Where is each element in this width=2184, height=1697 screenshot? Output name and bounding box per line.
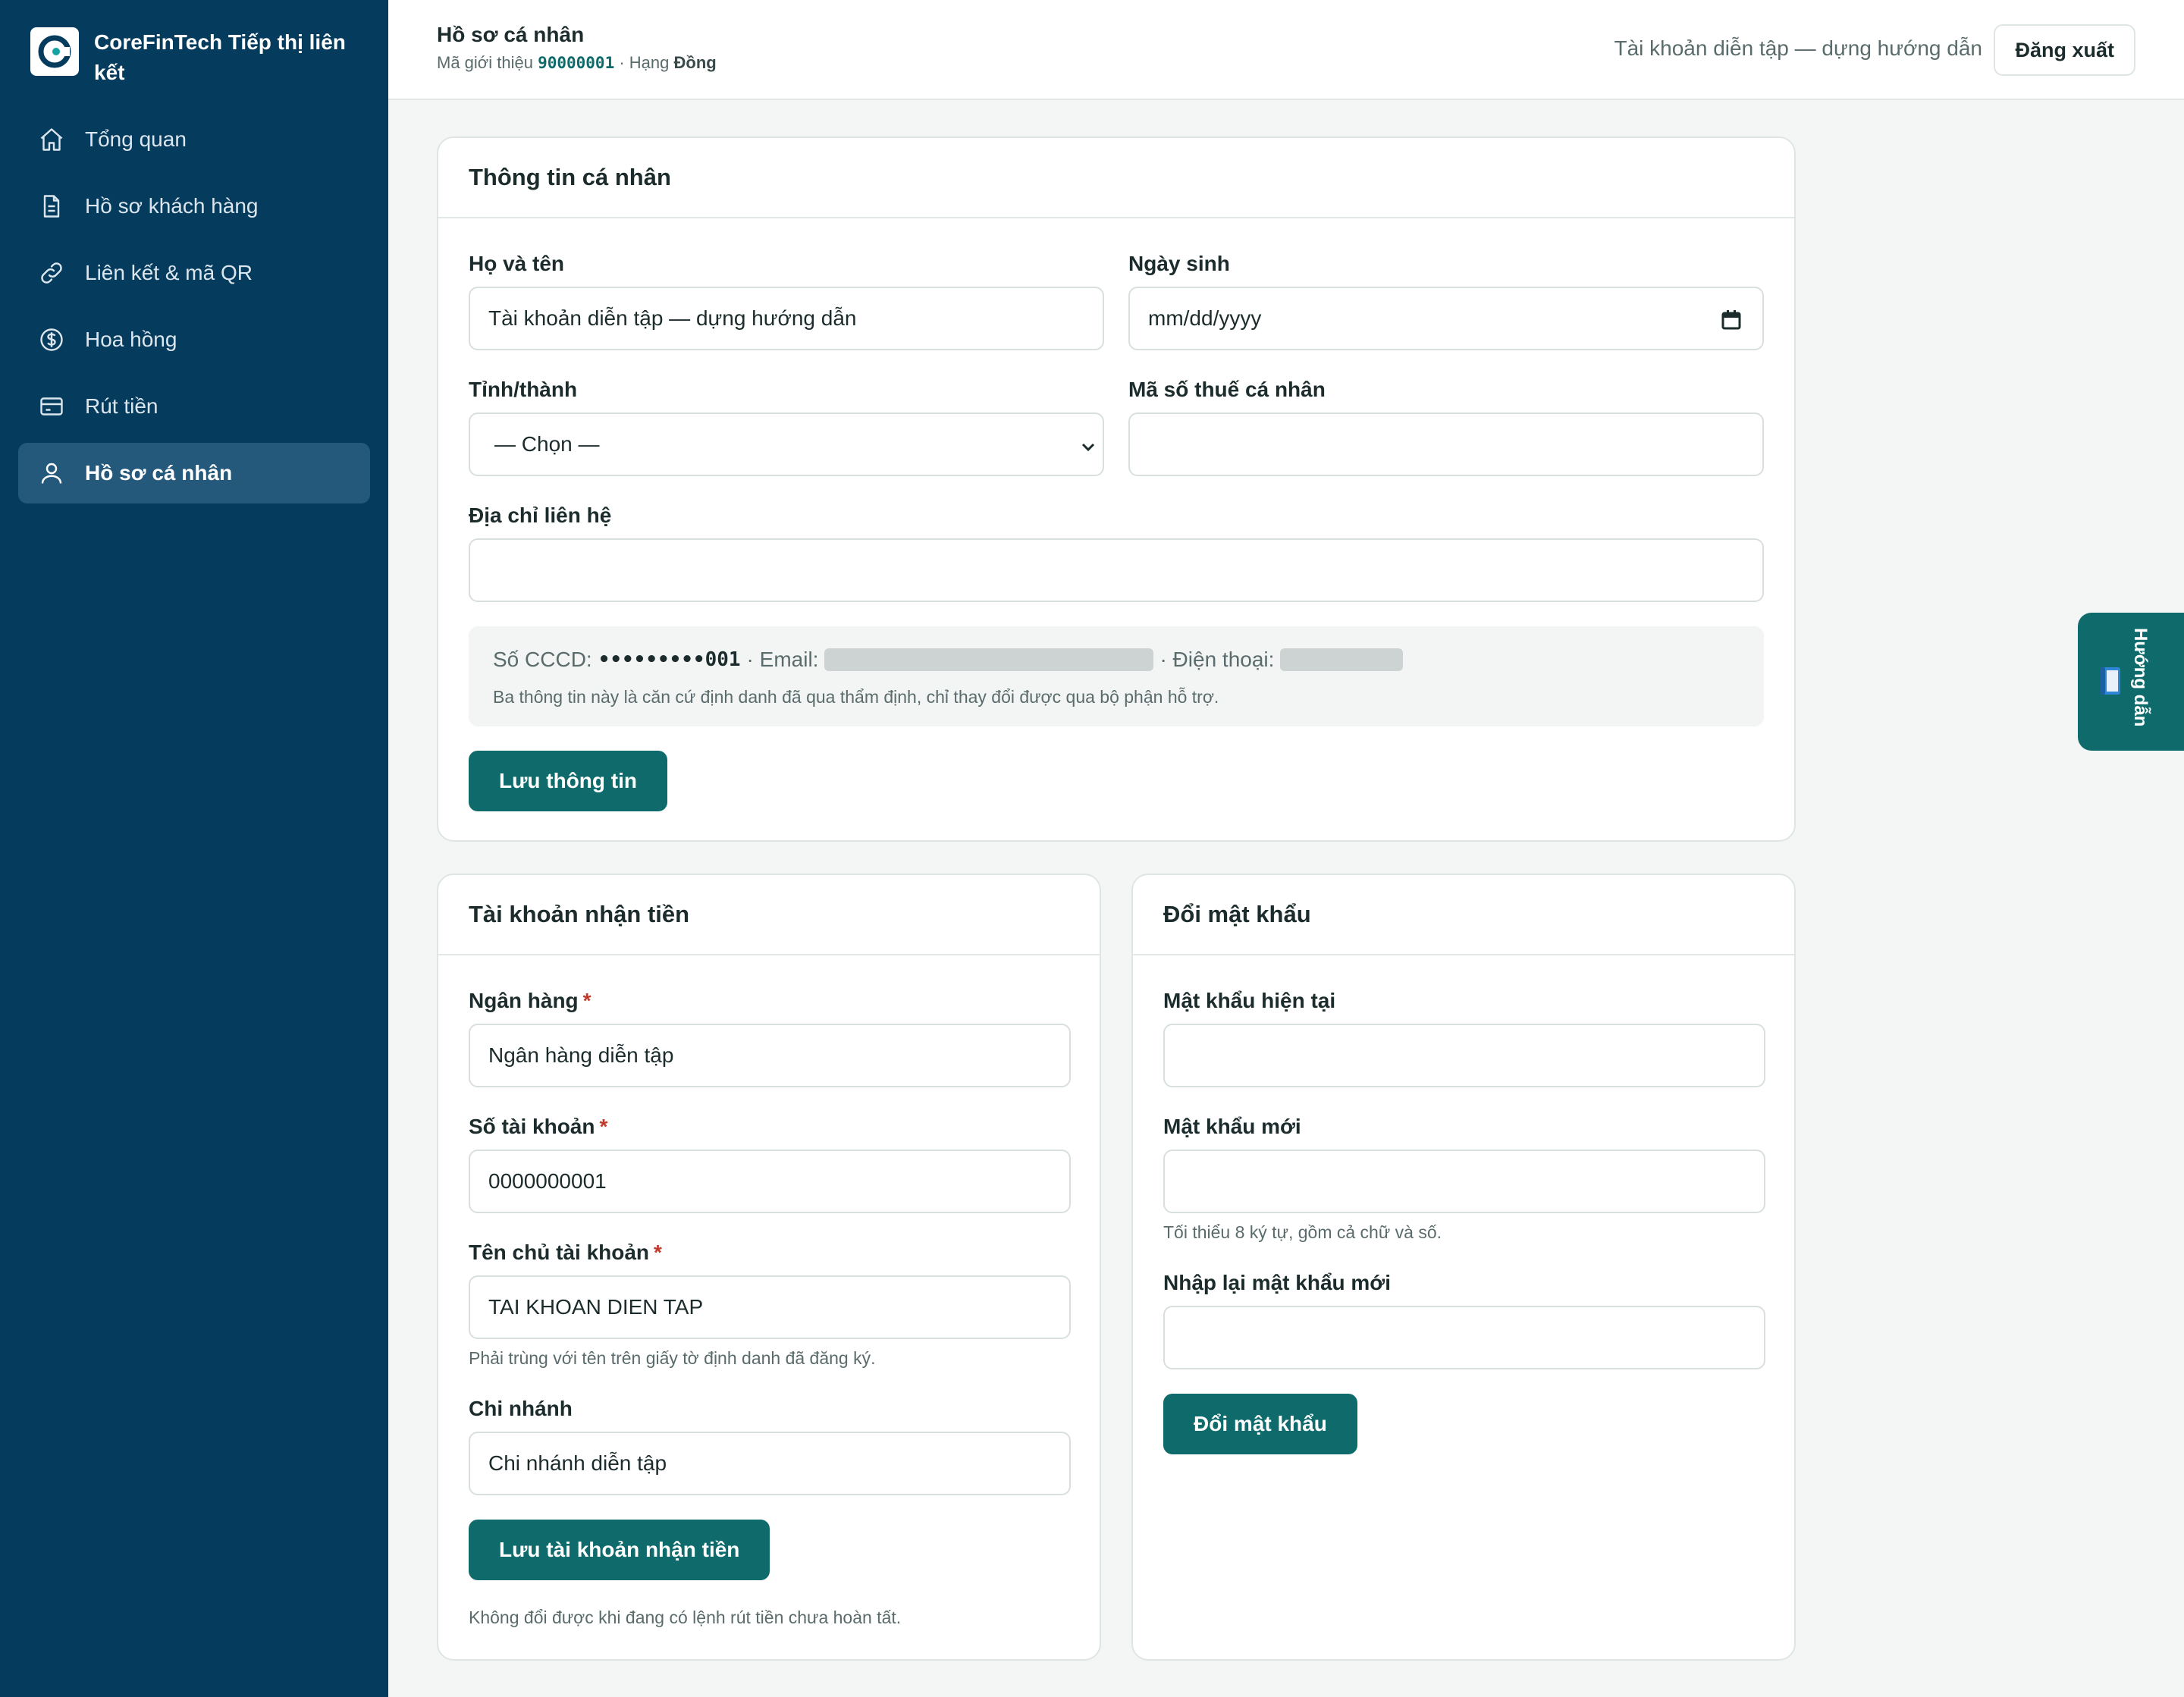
required-mark: * xyxy=(582,989,592,1012)
new-password-label: Mật khẩu mới xyxy=(1163,1115,1301,1138)
holder-label-text: Tên chủ tài khoản xyxy=(469,1241,650,1264)
account-holder-input[interactable]: TAI KHOAN DIEN TAP xyxy=(469,1275,1071,1339)
brand[interactable]: CoreFinTech Tiếp thị liên kết xyxy=(30,27,352,88)
account-holder-value: TAI KHOAN DIEN TAP xyxy=(488,1295,704,1319)
required-mark: * xyxy=(654,1241,662,1264)
branch-value: Chi nhánh diễn tập xyxy=(488,1451,667,1475)
identity-line: Số CCCD: •••••••••001 · Email: · Điện th… xyxy=(493,648,1404,672)
rank-value: Đồng xyxy=(673,53,717,72)
card-title: Đổi mật khẩu xyxy=(1133,875,1794,955)
brand-logo-icon xyxy=(30,27,79,76)
referral-prefix: Mã giới thiệu xyxy=(437,53,533,72)
identity-info-box: Số CCCD: •••••••••001 · Email: · Điện th… xyxy=(469,626,1764,726)
bank-account-card: Tài khoản nhận tiền Ngân hàng * Ngân hàng… xyxy=(437,874,1101,1661)
dob-input[interactable]: mm/dd/yyyy xyxy=(1128,287,1764,350)
sidebar-item-overview[interactable]: Tổng quan xyxy=(18,109,370,170)
bank-input[interactable]: Ngân hàng diễn tập xyxy=(469,1024,1071,1087)
bank-value: Ngân hàng diễn tập xyxy=(488,1043,674,1067)
document-icon xyxy=(36,191,67,221)
rank-prefix: · Hạng xyxy=(619,53,670,72)
bank-note: Không đổi được khi đang có lệnh rút tiền… xyxy=(469,1608,902,1627)
confirm-password-label: Nhập lại mật khẩu mới xyxy=(1163,1271,1391,1294)
account-label-text: Số tài khoản xyxy=(469,1115,595,1138)
link-icon xyxy=(36,258,67,288)
top-header: Hồ sơ cá nhân Mã giới thiệu 90000001 · H… xyxy=(388,0,2184,100)
page-subtitle: Mã giới thiệu 90000001 · Hạng Đồng xyxy=(437,53,717,73)
dob-label: Ngày sinh xyxy=(1128,252,1230,275)
current-password-label: Mật khẩu hiện tại xyxy=(1163,989,1336,1012)
card-icon xyxy=(36,391,67,422)
home-icon xyxy=(36,124,67,155)
brand-name: CoreFinTech Tiếp thị liên kết xyxy=(94,30,346,84)
address-input[interactable] xyxy=(469,538,1764,602)
referral-code: 90000001 xyxy=(538,54,615,72)
tax-input[interactable] xyxy=(1128,412,1764,476)
sidebar-item-commission[interactable]: Hoa hồng xyxy=(18,309,370,370)
tax-label: Mã số thuế cá nhân xyxy=(1128,378,1326,401)
new-password-help: Tối thiểu 8 ký tự, gồm cả chữ và số. xyxy=(1163,1222,1442,1242)
account-holder-help: Phải trùng với tên trên giấy tờ định dan… xyxy=(469,1348,876,1368)
email-prefix: · Email: xyxy=(746,648,819,671)
current-password-input[interactable] xyxy=(1163,1024,1765,1087)
bank-label-text: Ngân hàng xyxy=(469,989,579,1012)
change-password-button[interactable]: Đổi mật khẩu xyxy=(1163,1394,1357,1454)
account-number-value: 0000000001 xyxy=(488,1169,607,1193)
sidebar-item-customers[interactable]: Hồ sơ khách hàng xyxy=(18,176,370,237)
sidebar-item-links-qr[interactable]: Liên kết & mã QR xyxy=(18,243,370,303)
account-number-input[interactable]: 0000000001 xyxy=(469,1150,1071,1213)
address-label: Địa chỉ liên hệ xyxy=(469,503,612,527)
confirm-password-input[interactable] xyxy=(1163,1306,1765,1369)
page-title: Hồ sơ cá nhân xyxy=(437,23,585,46)
fullname-input[interactable]: Tài khoản diễn tập — dựng hướng dẫn xyxy=(469,287,1104,350)
sidebar-item-withdraw[interactable]: Rút tiền xyxy=(18,376,370,437)
chevron-down-icon xyxy=(1080,437,1097,461)
phone-prefix: · Điện thoại: xyxy=(1159,648,1275,671)
fullname-value: Tài khoản diễn tập — dựng hướng dẫn xyxy=(488,306,857,330)
sidebar-nav: Tổng quan Hồ sơ khách hàng Liên kết & mã… xyxy=(18,109,370,510)
logout-button[interactable]: Đăng xuất xyxy=(1994,24,2135,76)
sidebar-item-label: Hồ sơ cá nhân xyxy=(85,461,233,485)
save-personal-button[interactable]: Lưu thông tin xyxy=(469,751,667,811)
id-masked: •••••••••001 xyxy=(598,648,741,671)
guide-tab[interactable]: Hướng dẫn xyxy=(2078,613,2184,751)
change-password-card: Đổi mật khẩu Mật khẩu hiện tại Mật khẩu … xyxy=(1131,874,1796,1661)
card-title: Thông tin cá nhân xyxy=(438,138,1794,218)
identity-note: Ba thông tin này là căn cứ định danh đã … xyxy=(493,687,1219,707)
branch-input[interactable]: Chi nhánh diễn tập xyxy=(469,1432,1071,1495)
new-password-input[interactable] xyxy=(1163,1150,1765,1213)
personal-info-card: Thông tin cá nhân Họ và tên Tài khoản di… xyxy=(437,136,1796,842)
sidebar-item-label: Tổng quan xyxy=(85,127,187,151)
dollar-icon xyxy=(36,325,67,355)
dob-placeholder: mm/dd/yyyy xyxy=(1148,306,1262,330)
sidebar-item-profile[interactable]: Hồ sơ cá nhân xyxy=(18,443,370,503)
account-number-label: Số tài khoản * xyxy=(469,1115,607,1139)
sidebar-item-label: Hoa hồng xyxy=(85,328,177,351)
sidebar-item-label: Hồ sơ khách hàng xyxy=(85,194,259,218)
required-mark: * xyxy=(599,1115,608,1138)
calendar-icon[interactable] xyxy=(1721,309,1741,336)
id-prefix: Số CCCD: xyxy=(493,648,592,671)
save-bank-button[interactable]: Lưu tài khoản nhận tiền xyxy=(469,1520,770,1580)
book-icon xyxy=(2099,666,2122,696)
account-holder-label: Tên chủ tài khoản * xyxy=(469,1241,662,1265)
user-icon xyxy=(36,458,67,488)
province-value: — Chọn — xyxy=(494,432,600,456)
phone-redacted xyxy=(1280,648,1404,671)
guide-label: Hướng dẫn xyxy=(2130,628,2151,727)
bank-label: Ngân hàng * xyxy=(469,989,592,1013)
email-redacted xyxy=(824,648,1154,671)
header-user-name: Tài khoản diễn tập — dựng hướng dẫn xyxy=(1614,36,1982,60)
province-select[interactable]: — Chọn — xyxy=(469,412,1104,476)
sidebar: CoreFinTech Tiếp thị liên kết Tổng quan … xyxy=(0,0,388,1697)
fullname-label: Họ và tên xyxy=(469,252,565,275)
province-label: Tỉnh/thành xyxy=(469,378,578,401)
card-title: Tài khoản nhận tiền xyxy=(438,875,1100,955)
sidebar-item-label: Rút tiền xyxy=(85,394,158,418)
branch-label: Chi nhánh xyxy=(469,1397,573,1420)
sidebar-item-label: Liên kết & mã QR xyxy=(85,261,253,284)
